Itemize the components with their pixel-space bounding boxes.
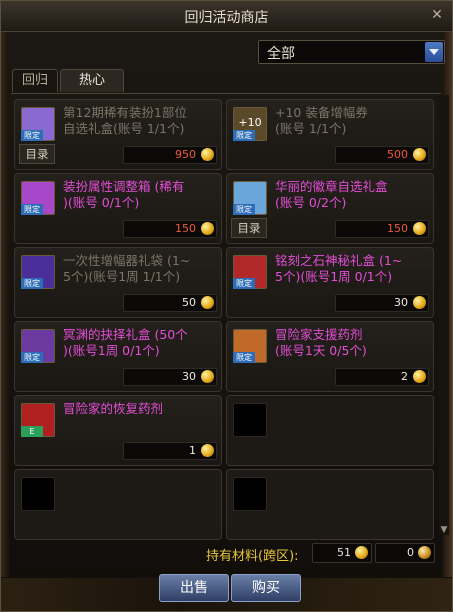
price-value: 950 bbox=[175, 148, 196, 161]
tab-return[interactable]: 回归 bbox=[12, 69, 58, 92]
coin-icon bbox=[201, 148, 214, 161]
empty-slot bbox=[226, 395, 434, 466]
title-bar[interactable]: 回归活动商店 ✕ bbox=[1, 1, 452, 32]
close-icon[interactable]: ✕ bbox=[428, 6, 446, 24]
empty-icon-slot bbox=[233, 403, 267, 437]
empty-icon-slot bbox=[233, 477, 267, 511]
abyss-box-icon: 限定 bbox=[21, 329, 55, 363]
item-name: 华丽的徽章自选礼盒 (账号 0/2个) bbox=[275, 179, 388, 210]
coin-icon bbox=[413, 370, 426, 383]
item-name: 冒险家支援药剂 (账号1天 0/5个) bbox=[275, 327, 367, 358]
item-name: 装扮属性调整箱 (稀有 )(账号 0/1个) bbox=[63, 179, 185, 210]
coin-icon bbox=[201, 296, 214, 309]
owned-material-label: 持有材料(跨区): bbox=[206, 549, 299, 564]
dropdown-selected-value: 全部 bbox=[267, 46, 295, 62]
item-grid: 限定 第12期稀有装扮1部位 自选礼盒(账号 1/1个) 目录 950 +10 限… bbox=[11, 93, 441, 541]
amplifier-bag-icon: 限定 bbox=[21, 255, 55, 289]
coin-icon bbox=[201, 370, 214, 383]
limited-badge: 限定 bbox=[233, 204, 255, 215]
limited-badge: 限定 bbox=[21, 278, 43, 289]
catalog-button[interactable]: 目录 bbox=[231, 218, 267, 238]
window-title: 回归活动商店 bbox=[184, 10, 269, 26]
price-value: 30 bbox=[394, 296, 408, 309]
shop-item-card[interactable]: 限定 铭刻之石神秘礼盒 (1~ 5个)(账号1周 0/1个) 30 bbox=[226, 247, 434, 318]
limited-badge: 限定 bbox=[21, 204, 43, 215]
price-field: 50 bbox=[123, 294, 217, 312]
limited-badge: 限定 bbox=[21, 130, 43, 141]
emblem-box-icon: 限定 bbox=[233, 181, 267, 215]
owned-amount-value: 51 bbox=[337, 546, 351, 559]
amplify-ticket-icon: +10 限定 bbox=[233, 107, 267, 141]
empty-slot bbox=[14, 469, 222, 540]
price-field: 150 bbox=[123, 220, 217, 238]
shop-item-card[interactable]: 限定 装扮属性调整箱 (稀有 )(账号 0/1个) 150 bbox=[14, 173, 222, 244]
left-decoration bbox=[1, 32, 9, 577]
ticket-text: +10 bbox=[238, 116, 262, 129]
medal-icon bbox=[418, 546, 431, 559]
shop-item-card[interactable]: 限定 华丽的徽章自选礼盒 (账号 0/2个) 目录 150 bbox=[226, 173, 434, 244]
price-value: 50 bbox=[182, 296, 196, 309]
limited-badge: 限定 bbox=[233, 278, 255, 289]
item-name: 第12期稀有装扮1部位 自选礼盒(账号 1/1个) bbox=[63, 105, 187, 136]
price-value: 30 bbox=[182, 370, 196, 383]
coin-icon bbox=[413, 296, 426, 309]
limited-badge: 限定 bbox=[233, 352, 255, 363]
shop-item-card[interactable]: +10 限定 +10 装备增幅券 (账号 1/1个) 500 bbox=[226, 99, 434, 170]
shop-item-card[interactable]: 限定 第12期稀有装扮1部位 自选礼盒(账号 1/1个) 目录 950 bbox=[14, 99, 222, 170]
shop-item-card[interactable]: 限定 冒险家支援药剂 (账号1天 0/5个) 2 bbox=[226, 321, 434, 392]
owned-amount-field: 51 bbox=[312, 543, 372, 563]
recovery-potion-icon: E bbox=[21, 403, 55, 437]
support-potion-icon: 限定 bbox=[233, 329, 267, 363]
buy-button[interactable]: 购买 bbox=[231, 574, 301, 602]
category-filter-dropdown[interactable]: 全部 bbox=[258, 40, 445, 64]
item-name: 冥渊的抉择礼盒 (50个 )(账号1周 0/1个) bbox=[63, 327, 188, 358]
coin-icon bbox=[201, 444, 214, 457]
price-field: 30 bbox=[123, 368, 217, 386]
price-value: 150 bbox=[175, 222, 196, 235]
price-field: 1 bbox=[123, 442, 217, 460]
item-name: +10 装备增幅券 (账号 1/1个) bbox=[275, 105, 368, 136]
catalog-button[interactable]: 目录 bbox=[19, 144, 55, 164]
price-value: 500 bbox=[387, 148, 408, 161]
shop-item-card[interactable]: 限定 冥渊的抉择礼盒 (50个 )(账号1周 0/1个) 30 bbox=[14, 321, 222, 392]
price-field: 500 bbox=[335, 146, 429, 164]
limited-badge: E bbox=[21, 426, 43, 437]
scroll-down-icon[interactable]: ▼ bbox=[439, 525, 449, 535]
sell-button[interactable]: 出售 bbox=[159, 574, 229, 602]
coin-icon bbox=[413, 222, 426, 235]
owned-amount-value: 0 bbox=[407, 546, 414, 559]
price-field: 950 bbox=[123, 146, 217, 164]
limited-badge: 限定 bbox=[233, 130, 255, 141]
item-name: 冒险家的恢复药剂 bbox=[63, 401, 164, 416]
chevron-down-icon[interactable] bbox=[425, 42, 443, 62]
tab-enthusiasm[interactable]: 热心 bbox=[60, 69, 124, 92]
coin-icon bbox=[413, 148, 426, 161]
price-field: 2 bbox=[335, 368, 429, 386]
coin-icon bbox=[201, 222, 214, 235]
scrollbar[interactable] bbox=[439, 95, 449, 535]
gift-box-icon: 限定 bbox=[21, 107, 55, 141]
empty-slot bbox=[226, 469, 434, 540]
item-name: 一次性增幅器礼袋 (1~ 5个)(账号1周 1/1个) bbox=[63, 253, 191, 284]
shop-item-card[interactable]: 限定 一次性增幅器礼袋 (1~ 5个)(账号1周 1/1个) 50 bbox=[14, 247, 222, 318]
price-value: 1 bbox=[189, 444, 196, 457]
price-field: 150 bbox=[335, 220, 429, 238]
item-name: 铭刻之石神秘礼盒 (1~ 5个)(账号1周 0/1个) bbox=[275, 253, 403, 284]
owned-amount-field: 0 bbox=[375, 543, 435, 563]
coin-icon bbox=[355, 546, 368, 559]
price-value: 2 bbox=[401, 370, 408, 383]
purple-box-icon: 限定 bbox=[21, 181, 55, 215]
price-value: 150 bbox=[387, 222, 408, 235]
price-field: 30 bbox=[335, 294, 429, 312]
shop-item-card[interactable]: E 冒险家的恢复药剂 1 bbox=[14, 395, 222, 466]
limited-badge: 限定 bbox=[21, 352, 43, 363]
empty-icon-slot bbox=[21, 477, 55, 511]
stone-box-icon: 限定 bbox=[233, 255, 267, 289]
